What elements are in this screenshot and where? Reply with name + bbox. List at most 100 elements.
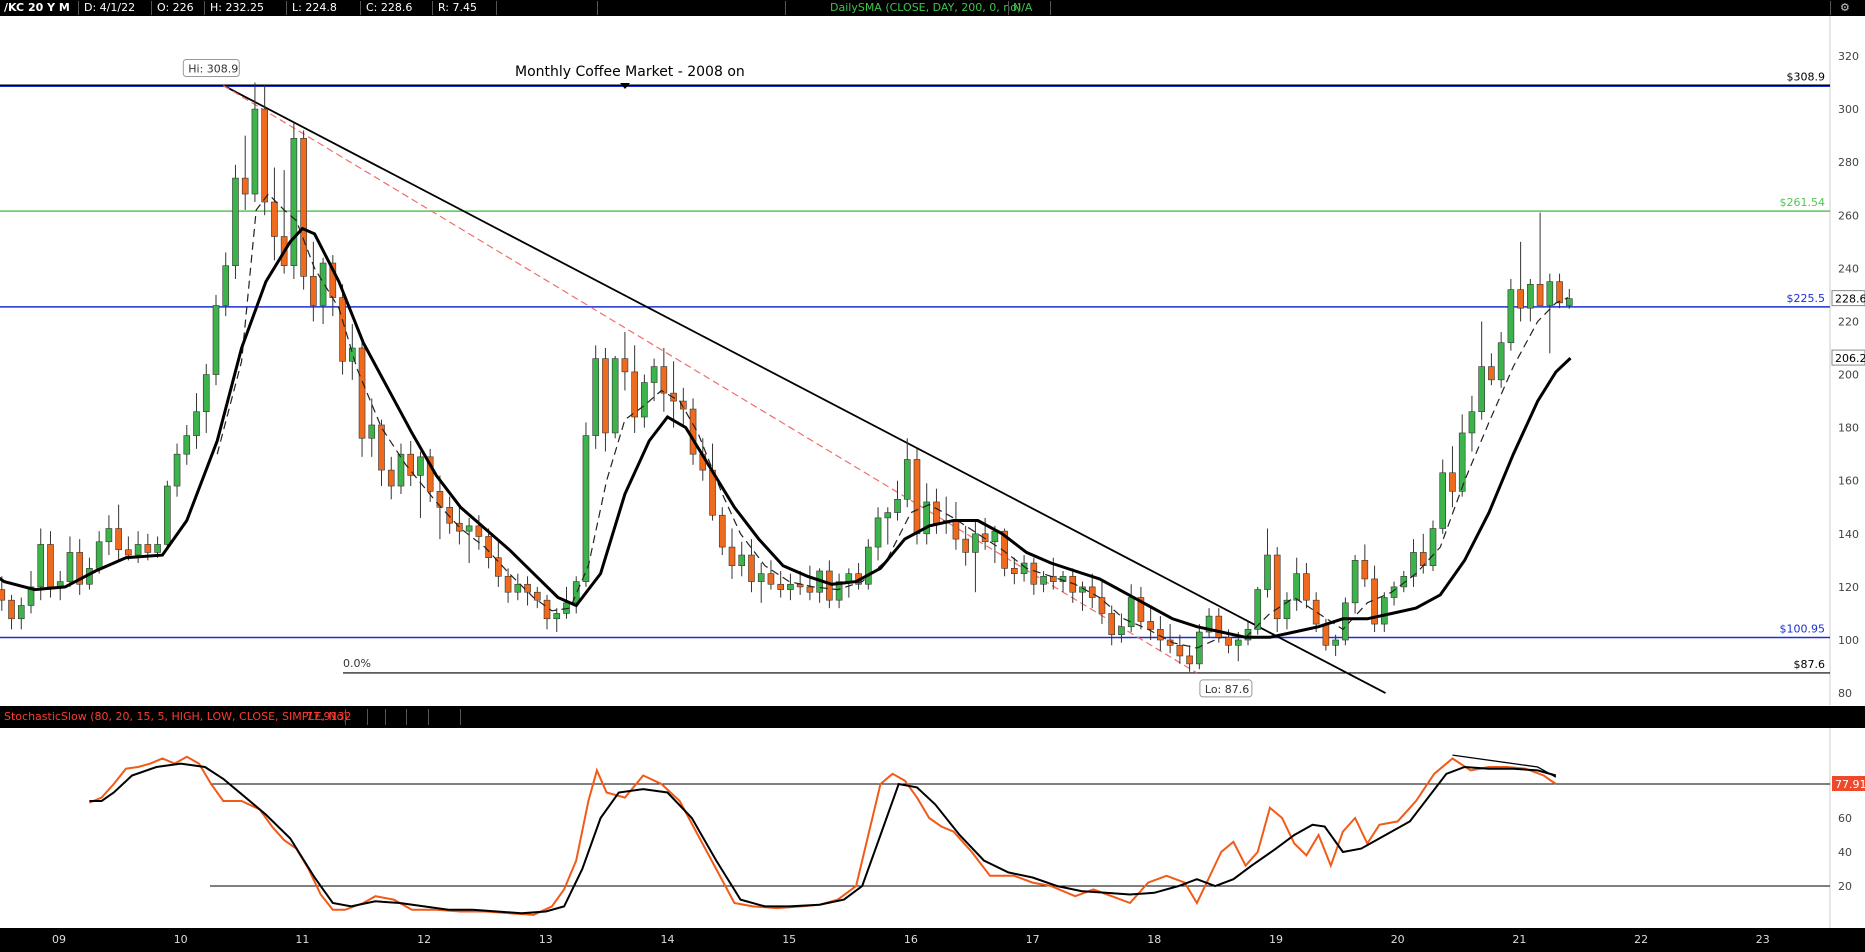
price-tick-label: 100 (1838, 634, 1859, 647)
price-tick-label: 200 (1838, 369, 1859, 382)
candle-body (884, 512, 892, 519)
candle-body (533, 591, 541, 601)
candle-body (1488, 366, 1495, 381)
candle-body (183, 435, 191, 455)
time-tick-label: 23 (1756, 933, 1770, 946)
fast-sma-line (216, 193, 1569, 649)
stochastic-panel: 2040608077.91 (89, 728, 1865, 928)
slow-sma-line (0, 226, 1572, 639)
candle-body (787, 583, 794, 590)
price-chart[interactable]: 80 100 120 140 160 180 200 220 240 260 280 300 320 $… (0, 0, 1865, 952)
candle-body (0, 589, 6, 601)
price-tick-label: 320 (1838, 50, 1859, 63)
stoch-d-line (89, 762, 1557, 915)
time-tick-label: 20 (1391, 933, 1405, 946)
candle-body (164, 485, 171, 545)
candle-body (105, 528, 113, 543)
candle-body (47, 544, 54, 588)
candle-body (1118, 626, 1125, 635)
price-tick-label: 120 (1838, 581, 1859, 594)
stoch-tick-label: 20 (1838, 880, 1852, 893)
candle-body (1040, 575, 1047, 585)
candle-body (1449, 472, 1456, 492)
candle-body (1410, 552, 1417, 577)
candle-body (1312, 599, 1320, 625)
candle-body (1225, 637, 1232, 646)
price-level-label: $100.95 (1780, 622, 1826, 635)
candle-body (465, 525, 473, 532)
candle-body (1342, 602, 1349, 641)
candle-body (134, 544, 142, 556)
candle-body (417, 456, 424, 476)
time-tick-label: 16 (904, 933, 918, 946)
candle-body (251, 108, 259, 195)
candle-body (582, 435, 590, 582)
candle-body (631, 371, 638, 418)
candle-body (1565, 298, 1573, 306)
time-tick-label: 22 (1634, 933, 1648, 946)
candle-body (845, 573, 853, 582)
fib-annotation: 0.0% (343, 657, 371, 670)
candle-body (1381, 597, 1388, 625)
candle-body (368, 424, 376, 439)
time-tick-label: 15 (782, 933, 796, 946)
candle-body (1439, 472, 1447, 529)
candle-body (1264, 554, 1271, 590)
candle-body (1468, 411, 1476, 434)
candle-body (319, 262, 327, 306)
candle-body (767, 573, 775, 585)
trendlines (222, 84, 1386, 694)
candle-body (144, 544, 152, 553)
price-tick-label: 240 (1838, 262, 1859, 275)
candle-body (991, 530, 999, 543)
price-tick-label: 180 (1838, 422, 1859, 435)
candle-body (1527, 283, 1534, 309)
candle-body (1351, 560, 1359, 604)
candle-body (1127, 597, 1135, 628)
candles (0, 82, 1573, 672)
time-tick-label: 11 (295, 933, 309, 946)
price-tick-label: 260 (1838, 209, 1859, 222)
price-badge-label: 206.2 (1835, 352, 1865, 365)
candle-body (1303, 573, 1310, 601)
candle-body (621, 358, 629, 373)
candle-body (641, 382, 648, 418)
time-tick-label: 21 (1512, 933, 1526, 946)
candle-body (611, 358, 619, 434)
candle-body (436, 491, 444, 508)
candle-body (1147, 621, 1154, 630)
candle-body (524, 583, 531, 593)
price-labels: $308.9 $261.54 $225.5 $100.95 $87.6 228.6 206.… (182, 58, 1865, 698)
candle-body (154, 544, 161, 553)
candle-body (1215, 615, 1223, 638)
candle-body (962, 538, 969, 553)
candle-body (1108, 613, 1116, 635)
time-tick-label: 18 (1147, 933, 1161, 946)
candle-body (1332, 639, 1339, 646)
candle-body (397, 453, 405, 487)
candle-body (894, 499, 901, 513)
candle-body (1546, 281, 1554, 306)
candle-body (241, 177, 249, 195)
candle-body (1049, 575, 1057, 582)
price-tick-label: 300 (1838, 103, 1859, 116)
candle-body (95, 541, 103, 569)
time-tick-label: 14 (661, 933, 675, 946)
candle-body (193, 411, 200, 436)
candle-body (37, 544, 45, 588)
candle-body (1011, 568, 1018, 574)
stoch-tick-label: 60 (1838, 812, 1852, 825)
candle-body (689, 408, 697, 455)
price-tick-label: 140 (1838, 528, 1859, 541)
candle-body (1517, 289, 1524, 309)
candle-body (475, 525, 483, 537)
candle-body (1186, 655, 1193, 665)
candle-body (485, 536, 492, 559)
candle-body (300, 137, 307, 277)
candle-body (1176, 645, 1184, 657)
candle-body (718, 514, 726, 548)
candle-body (865, 546, 872, 585)
candle-body (1536, 283, 1544, 306)
candle-body (446, 506, 453, 524)
candle-body (1322, 623, 1330, 646)
